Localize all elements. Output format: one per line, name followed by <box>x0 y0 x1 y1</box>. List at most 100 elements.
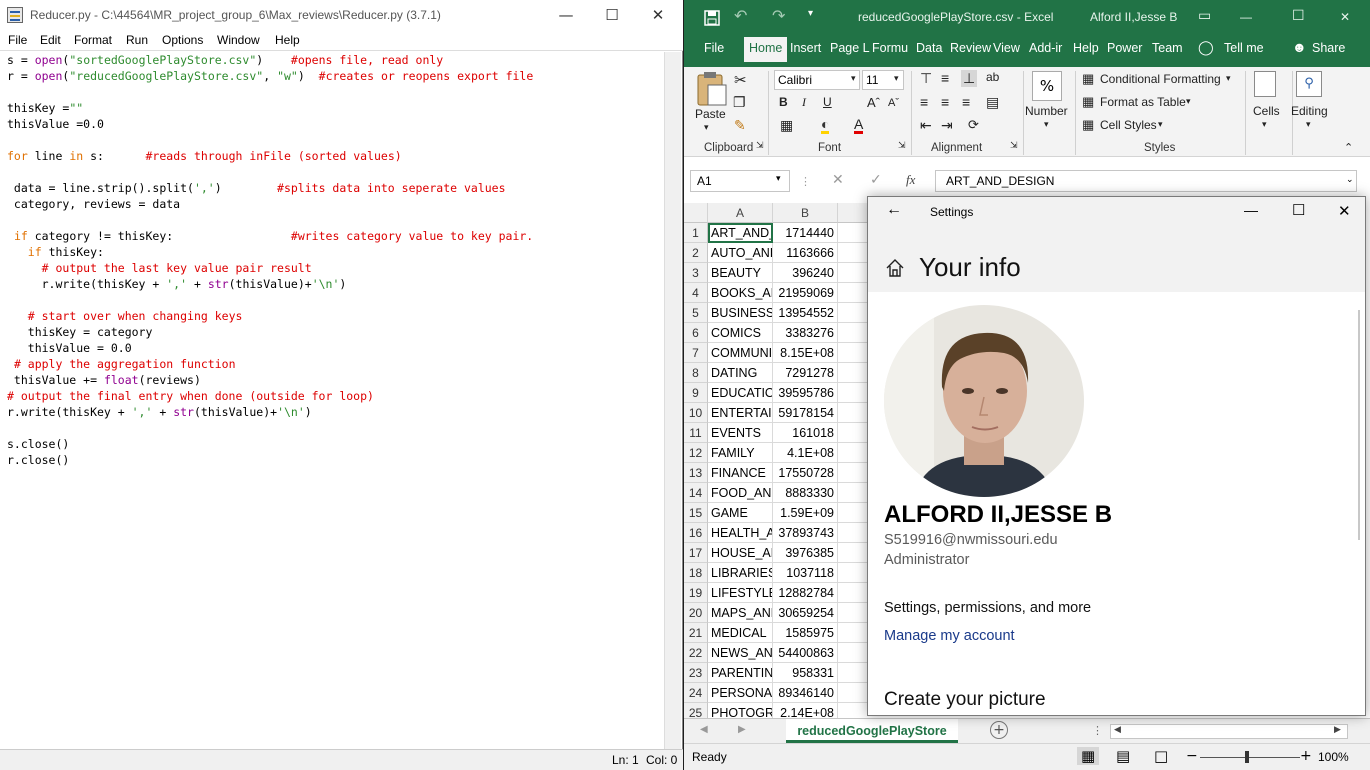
ribbon-display-icon[interactable]: ▭ <box>1198 7 1211 24</box>
cell-category[interactable]: COMICS <box>708 323 773 343</box>
code-line[interactable]: r = open("reducedGooglePlayStore.csv", "… <box>7 68 664 84</box>
cell-reviews[interactable]: 3383276 <box>773 323 838 343</box>
manage-account-link[interactable]: Manage my account <box>884 628 1015 644</box>
fill-color-icon[interactable]: ◐ <box>821 117 830 134</box>
tab-help[interactable]: Help <box>1073 41 1099 55</box>
cell-empty[interactable] <box>838 503 867 523</box>
code-line[interactable]: r.write(thisKey + ',' + str(thisValue)+'… <box>7 276 664 292</box>
name-box-dropdown-icon[interactable]: ▾ <box>776 174 781 184</box>
copy-icon[interactable]: ❐ <box>733 94 746 111</box>
cell-category[interactable]: BEAUTY <box>708 263 773 283</box>
paste-dropdown-icon[interactable]: ▾ <box>704 122 709 133</box>
menu-edit[interactable]: Edit <box>40 33 61 47</box>
cell-empty[interactable] <box>838 643 867 663</box>
cell-category[interactable]: EDUCATION <box>708 383 773 403</box>
row-header[interactable]: 12 <box>684 443 708 463</box>
cell-empty[interactable] <box>838 683 867 703</box>
zoom-out-icon[interactable]: − <box>1186 748 1198 764</box>
cell-empty[interactable] <box>838 383 867 403</box>
confirm-entry-icon[interactable]: ✓ <box>870 172 882 188</box>
cell-empty[interactable] <box>838 703 867 718</box>
format-table-icon[interactable]: ▦ <box>1082 94 1094 110</box>
add-sheet-icon[interactable]: + <box>990 721 1008 739</box>
cell-category[interactable]: FINANCE <box>708 463 773 483</box>
font-color-icon[interactable]: A <box>854 117 864 134</box>
row-header[interactable]: 25 <box>684 703 708 718</box>
code-line[interactable]: s.close() <box>7 436 664 452</box>
menu-options[interactable]: Options <box>162 33 203 47</box>
undo-icon[interactable]: ↶ <box>734 6 747 26</box>
save-icon[interactable] <box>704 10 720 26</box>
cell-empty[interactable] <box>838 623 867 643</box>
zoom-slider-thumb[interactable] <box>1245 751 1249 763</box>
cell-empty[interactable] <box>838 603 867 623</box>
sheet-prev-icon[interactable]: ◀ <box>700 724 708 735</box>
editor-scrollbar[interactable] <box>664 52 681 749</box>
cell-reviews[interactable]: 59178154 <box>773 403 838 423</box>
cell-empty[interactable] <box>838 283 867 303</box>
cell-styles-dropdown-icon[interactable]: ▾ <box>1158 119 1163 130</box>
cell-category[interactable]: PHOTOGRAPHY <box>708 703 773 718</box>
top-align-icon[interactable]: ⊤ <box>920 70 932 87</box>
share-person-icon[interactable]: ☻ <box>1292 39 1307 55</box>
tab-team[interactable]: Team <box>1152 41 1183 55</box>
cell-reviews[interactable]: 396240 <box>773 263 838 283</box>
increase-indent-icon[interactable]: ⇥ <box>941 117 953 134</box>
settings-minimize-icon[interactable]: — <box>1244 202 1258 218</box>
number-format-button[interactable]: Number <box>1025 104 1068 118</box>
code-line[interactable]: thisValue = 0.0 <box>7 340 664 356</box>
font-name-combo[interactable]: Calibri <box>774 70 860 90</box>
code-line[interactable]: # start over when changing keys <box>7 308 664 324</box>
page-break-view-icon[interactable]: □ <box>1154 747 1168 765</box>
cell-styles-icon[interactable]: ▦ <box>1082 117 1094 133</box>
column-header-c[interactable] <box>838 203 867 223</box>
cell-category[interactable]: PARENTING <box>708 663 773 683</box>
row-header[interactable]: 16 <box>684 523 708 543</box>
cell-category[interactable]: MEDICAL <box>708 623 773 643</box>
cell-empty[interactable] <box>838 483 867 503</box>
number-dropdown-icon[interactable]: ▾ <box>1044 119 1049 130</box>
tab-addins[interactable]: Add-ir <box>1029 41 1062 55</box>
cancel-entry-icon[interactable]: ✕ <box>832 172 844 188</box>
row-header[interactable]: 19 <box>684 583 708 603</box>
scroll-left-icon[interactable]: ◀ <box>1114 725 1121 735</box>
settings-maximize-icon[interactable]: ☐ <box>1292 201 1305 219</box>
cell-empty[interactable] <box>838 543 867 563</box>
cell-category[interactable]: NEWS_AND_MAGAZINES <box>708 643 773 663</box>
cell-empty[interactable] <box>838 263 867 283</box>
tell-me-search[interactable]: Tell me <box>1224 41 1264 55</box>
text-direction-icon[interactable]: ⟳ <box>968 117 979 133</box>
cell-reviews[interactable]: 7291278 <box>773 363 838 383</box>
zoom-in-icon[interactable]: + <box>1300 748 1312 764</box>
column-header-a[interactable]: A <box>708 203 773 223</box>
expand-formula-bar-icon[interactable]: ⌄ <box>1346 175 1354 185</box>
excel-minimize-icon[interactable]: — <box>1240 10 1252 24</box>
excel-close-icon[interactable]: ✕ <box>1340 10 1350 24</box>
code-line[interactable] <box>7 420 664 436</box>
row-header[interactable]: 17 <box>684 543 708 563</box>
code-line[interactable]: s = open("sortedGooglePlayStore.csv") #o… <box>7 52 664 68</box>
cell-category[interactable]: AUTO_AND_VEHICLES <box>708 243 773 263</box>
cell-empty[interactable] <box>838 323 867 343</box>
clipboard-launcher-icon[interactable]: ⇲ <box>756 140 764 151</box>
spreadsheet-grid[interactable]: A B 1ART_AND_DESIGN17144402AUTO_AND_VEHI… <box>684 203 867 718</box>
cell-reviews[interactable]: 1585975 <box>773 623 838 643</box>
row-header[interactable]: 10 <box>684 403 708 423</box>
cell-reviews[interactable]: 13954552 <box>773 303 838 323</box>
code-line[interactable]: r.close() <box>7 452 664 468</box>
tab-view[interactable]: View <box>993 41 1020 55</box>
menu-help[interactable]: Help <box>275 33 300 47</box>
page-layout-view-icon[interactable]: ▤ <box>1116 747 1130 765</box>
code-line[interactable] <box>7 84 664 100</box>
conditional-formatting-dropdown-icon[interactable]: ▾ <box>1226 73 1231 84</box>
cell-reviews[interactable]: 8.15E+08 <box>773 343 838 363</box>
cell-category[interactable]: LIFESTYLE <box>708 583 773 603</box>
row-header[interactable]: 6 <box>684 323 708 343</box>
font-name-dropdown-icon[interactable]: ▾ <box>851 73 856 84</box>
cell-category[interactable]: FOOD_AND_DRINK <box>708 483 773 503</box>
cell-category[interactable]: DATING <box>708 363 773 383</box>
cell-reviews[interactable]: 1.59E+09 <box>773 503 838 523</box>
editing-dropdown-icon[interactable]: ▾ <box>1306 119 1311 130</box>
cell-reviews[interactable]: 1037118 <box>773 563 838 583</box>
cell-category[interactable]: EVENTS <box>708 423 773 443</box>
